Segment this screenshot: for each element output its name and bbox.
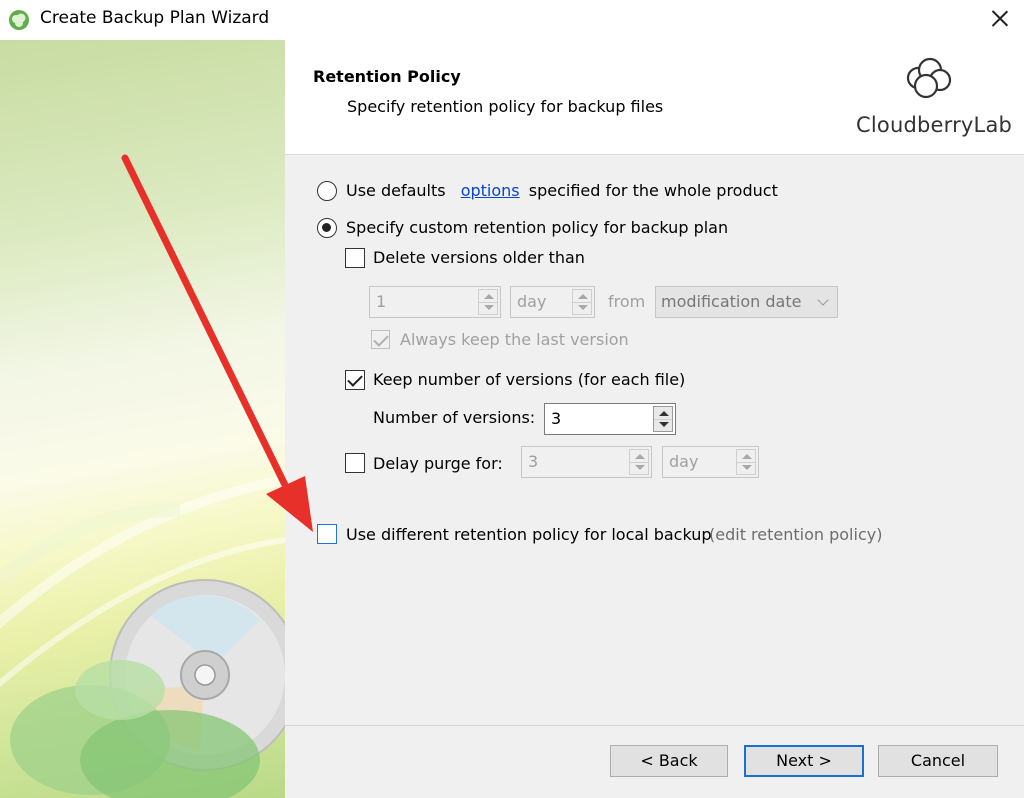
- version-count-value: 3: [551, 409, 562, 428]
- delay-unit-spinner[interactable]: day: [662, 446, 759, 478]
- chevron-down-icon: [817, 294, 829, 306]
- cancel-button[interactable]: Cancel: [878, 745, 998, 777]
- use-defaults-label: Use defaults: [346, 181, 446, 200]
- logo-text: CloudberryLab: [856, 113, 1013, 137]
- local-backup-policy-checkbox[interactable]: [317, 524, 337, 544]
- from-label: from: [608, 292, 646, 311]
- cloudberry-logo: CloudberryLab: [852, 56, 1012, 146]
- local-backup-policy-label: Use different retention policy for local…: [346, 525, 712, 544]
- use-defaults-radio[interactable]: [317, 181, 337, 201]
- delete-age-spinner[interactable]: 1: [369, 286, 501, 318]
- keep-versions-checkbox[interactable]: [345, 370, 365, 390]
- delay-purge-value: 3: [528, 452, 539, 471]
- custom-policy-radio[interactable]: [317, 218, 337, 238]
- delay-purge-checkbox[interactable]: [345, 453, 365, 473]
- spinner-arrows-icon[interactable]: [478, 289, 498, 315]
- spinner-arrows-icon[interactable]: [736, 449, 756, 475]
- footer-separator: [285, 725, 1024, 726]
- wizard-header: Retention Policy Specify retention polic…: [285, 40, 1024, 155]
- page-subtitle: Specify retention policy for backup file…: [347, 97, 664, 116]
- window-title: Create Backup Plan Wizard: [40, 8, 270, 28]
- delete-unit-spinner[interactable]: day: [510, 286, 595, 318]
- delete-unit-value: day: [517, 292, 547, 311]
- edit-retention-policy-link[interactable]: (edit retention policy): [709, 525, 882, 544]
- options-link[interactable]: options: [461, 181, 520, 200]
- use-defaults-suffix: specified for the whole product: [528, 181, 778, 200]
- cloudberry-logo-icon: [906, 57, 952, 99]
- use-defaults-row: Use defaults options specified for the w…: [346, 181, 778, 200]
- custom-policy-label: Specify custom retention policy for back…: [346, 218, 729, 237]
- spinner-arrows-icon[interactable]: [629, 449, 649, 475]
- wizard-side-art: [0, 40, 285, 798]
- title-bar: Create Backup Plan Wizard: [0, 0, 1024, 40]
- delay-purge-label: Delay purge for:: [373, 454, 503, 473]
- delete-age-value: 1: [376, 292, 387, 311]
- delay-purge-spinner[interactable]: 3: [521, 446, 652, 478]
- delete-versions-label: Delete versions older than: [373, 248, 585, 267]
- close-icon[interactable]: [976, 0, 1024, 40]
- delete-versions-checkbox[interactable]: [345, 248, 365, 268]
- keep-versions-label: Keep number of versions (for each file): [373, 370, 686, 389]
- delay-unit-value: day: [669, 452, 699, 471]
- version-count-spinner[interactable]: 3: [544, 403, 676, 435]
- back-button[interactable]: < Back: [610, 745, 728, 777]
- retention-settings: Use defaults options specified for the w…: [285, 155, 1024, 798]
- cloudberry-app-icon: [9, 10, 29, 30]
- keep-last-version-label: Always keep the last version: [400, 330, 629, 349]
- next-button[interactable]: Next >: [744, 745, 864, 777]
- from-dropdown-value: modification date: [661, 292, 802, 311]
- spinner-arrows-icon[interactable]: [572, 289, 592, 315]
- from-dropdown[interactable]: modification date: [655, 286, 838, 318]
- version-count-label: Number of versions:: [373, 408, 536, 427]
- disc-artwork: [0, 475, 285, 798]
- spinner-arrows-icon[interactable]: [653, 406, 673, 432]
- keep-last-version-checkbox[interactable]: [371, 330, 390, 349]
- page-title: Retention Policy: [313, 67, 461, 86]
